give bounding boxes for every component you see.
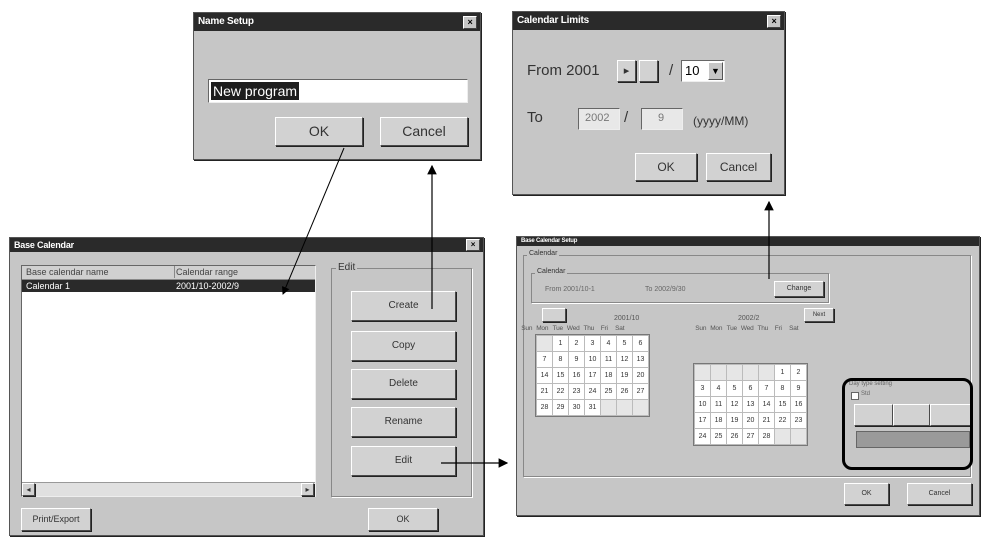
connector-arrows xyxy=(282,147,774,468)
arrow-ok-to-list xyxy=(282,147,345,295)
